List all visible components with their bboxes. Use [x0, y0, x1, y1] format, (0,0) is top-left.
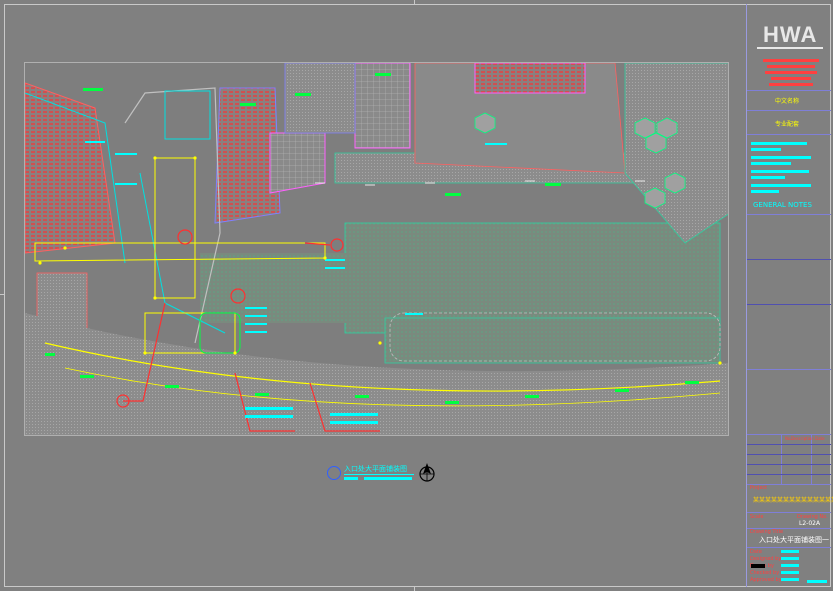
project-field-label: Project	[750, 485, 768, 491]
plan-title: 入口处大平面铺装图	[344, 465, 407, 473]
revision-col-date: Date	[815, 436, 825, 441]
plan-scale-label	[344, 477, 358, 480]
site-plan-viewport[interactable]	[24, 62, 729, 436]
lawn-area	[344, 222, 721, 334]
plan-title-underline	[344, 474, 414, 475]
scale-label: Scale	[750, 514, 764, 520]
title-block: HWA 中文名称 专业配套 GENERAL NOTES No. Descript…	[746, 4, 833, 587]
date-label: Date	[750, 549, 762, 555]
approved-by-label: Approved by	[750, 577, 782, 583]
black-stamp	[751, 564, 765, 568]
project-name: 某某某某某某某某某某某某某某某	[753, 497, 833, 504]
site-plan-drawing	[25, 63, 728, 435]
subtitle-label: 专业配套	[775, 121, 800, 128]
building-left	[25, 82, 116, 254]
drawing-no: L2-02A	[799, 520, 821, 527]
logo-underline	[757, 47, 823, 49]
drawing-title: 入口处大平面铺装图一	[759, 536, 829, 544]
walkway-outline	[154, 157, 196, 299]
project-label: 中文名称	[775, 98, 800, 105]
frame-tick	[414, 586, 415, 591]
frame-tick	[414, 0, 415, 5]
checked-by-label: Checked by	[750, 570, 780, 576]
revision-col-description: Description	[791, 436, 814, 441]
designed-by-label: Designed by	[750, 556, 782, 562]
frame-tick	[0, 294, 5, 295]
hwa-logo: HWA	[763, 22, 818, 47]
plan-scale-bar	[364, 477, 412, 480]
north-arrow-icon	[419, 463, 435, 482]
general-notes-heading: GENERAL NOTES	[753, 201, 812, 209]
plan-title-marker-icon	[327, 466, 341, 480]
